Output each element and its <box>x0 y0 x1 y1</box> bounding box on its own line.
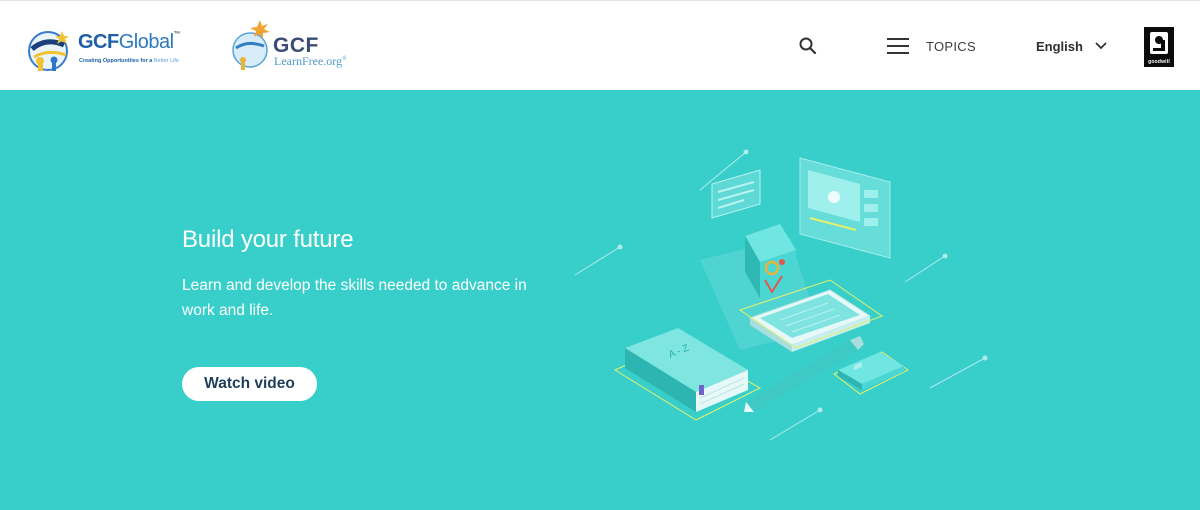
gcfglobal-globe-icon <box>28 31 69 71</box>
topics-label: TOPICS <box>926 38 976 54</box>
gcfglobal-wordmark: GCFGlobal™ <box>78 31 181 53</box>
watch-video-button[interactable]: Watch video <box>182 367 317 401</box>
gcf-learnfree-logo[interactable]: GCF LearnFree.org® <box>230 16 360 76</box>
learning-illustration: A - Z <box>574 149 988 441</box>
language-select[interactable]: English <box>1036 33 1107 59</box>
floating-text-panel <box>711 169 761 219</box>
hero-title: Build your future <box>182 226 354 253</box>
hero-description: Learn and develop the skills needed to a… <box>182 277 527 319</box>
goodwill-g-icon <box>1150 32 1168 54</box>
a-z-book: A - Z <box>625 328 748 412</box>
hero-banner: Build your future Learn and develop the … <box>0 90 1200 510</box>
site-header: GCFGlobal™ Creating Opportunities for a … <box>0 0 1200 90</box>
learnfree-globe-icon <box>232 20 270 70</box>
search-icon <box>799 37 817 55</box>
search-button[interactable] <box>797 35 819 57</box>
learnfree-domain-text: LearnFree.org® <box>274 54 347 68</box>
language-selected-label: English <box>1036 38 1083 54</box>
gcfglobal-logo[interactable]: GCFGlobal™ Creating Opportunities for a … <box>26 25 201 75</box>
gcfglobal-tagline: Creating Opportunities for a Better Life <box>79 58 179 64</box>
topics-menu-button[interactable]: TOPICS <box>887 33 976 59</box>
hamburger-menu-icon <box>887 38 909 54</box>
floating-video-panel <box>799 157 891 259</box>
goodwill-wordmark: goodwill <box>1148 59 1170 65</box>
chevron-down-icon <box>1095 42 1107 50</box>
goodwill-logo[interactable]: goodwill <box>1144 27 1174 67</box>
